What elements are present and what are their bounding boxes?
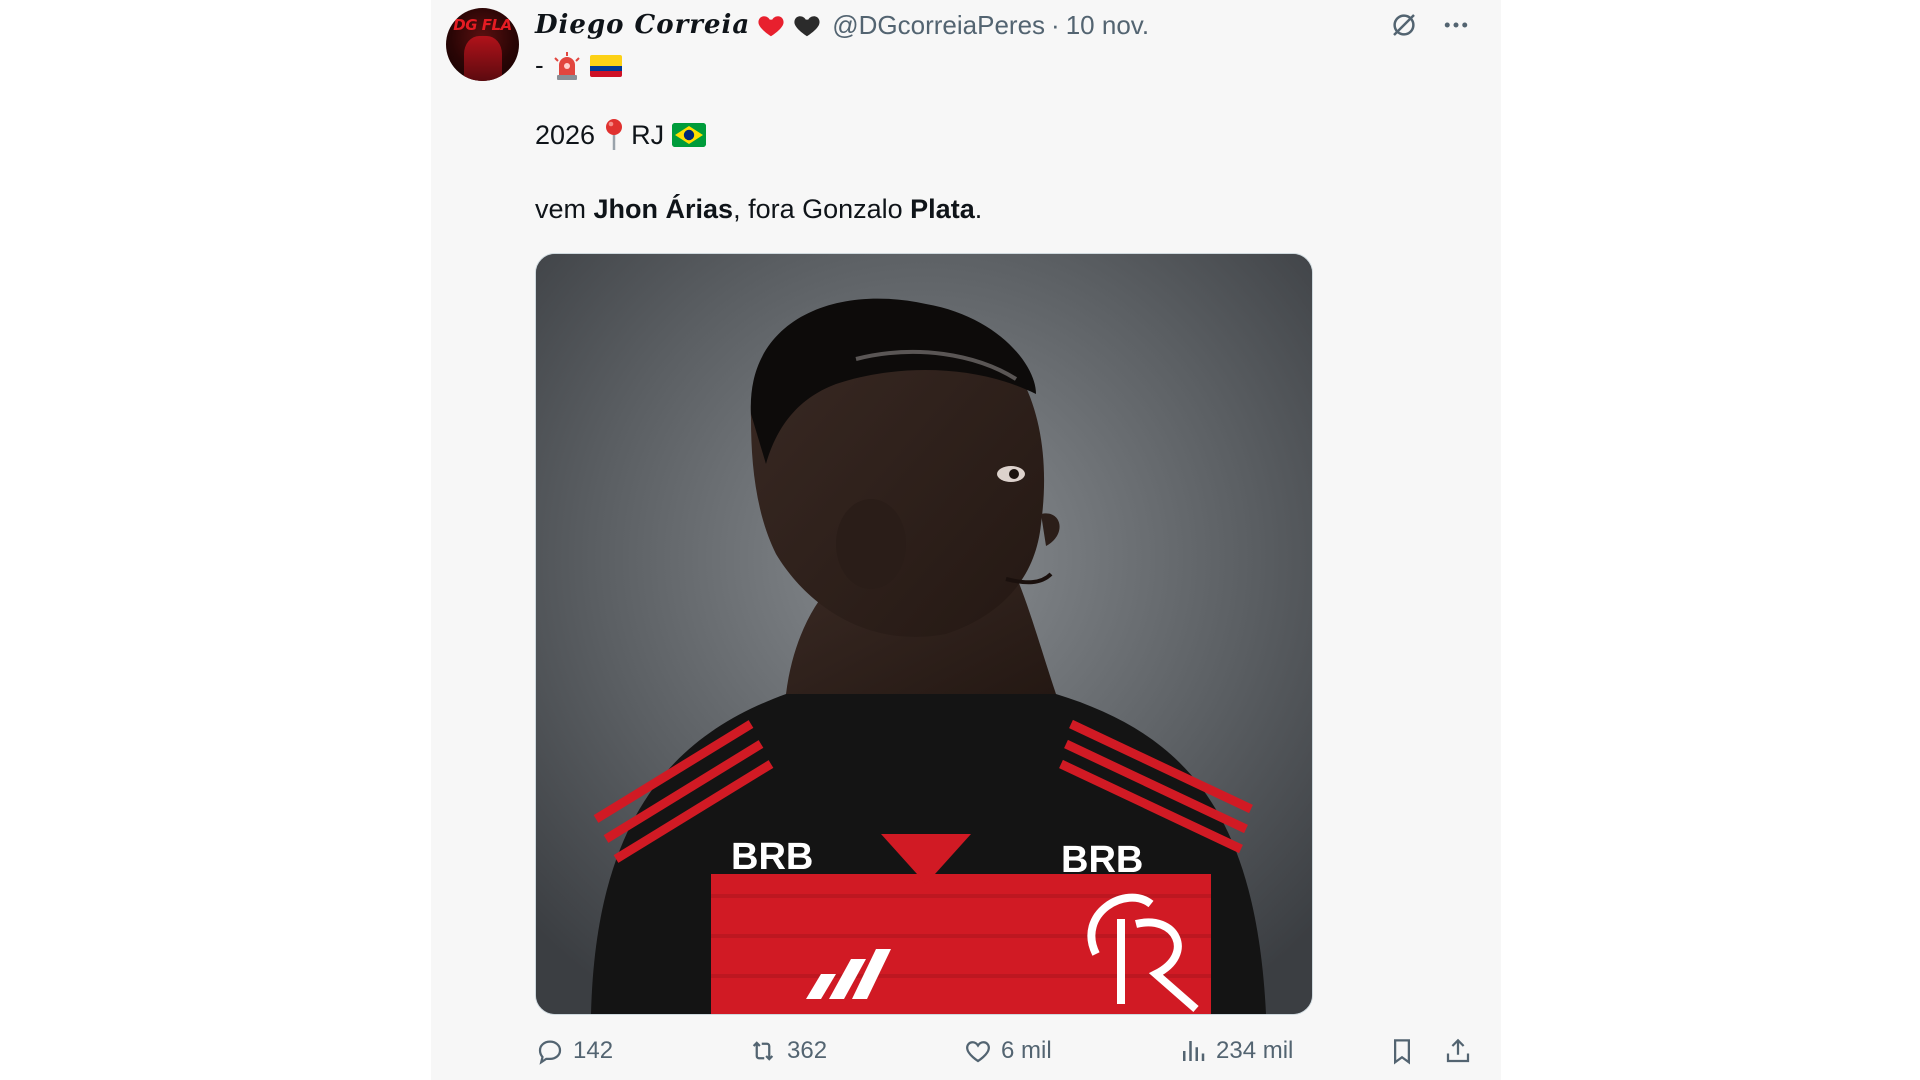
share-icon: [1446, 1038, 1470, 1063]
avatar-figure: [464, 36, 502, 81]
tweet-text-part-3: .: [974, 194, 983, 224]
like-button[interactable]: 6 mil: [963, 1036, 1052, 1066]
bio-dash: -: [535, 50, 544, 80]
tweet-text-bold-1: Jhon Árias: [593, 194, 734, 224]
brazil-flag-icon: [672, 123, 707, 147]
user-handle[interactable]: @DGcorreiaPeres: [832, 10, 1045, 41]
separator-dot: ·: [1051, 9, 1060, 40]
reply-button[interactable]: 142: [535, 1036, 613, 1066]
more-icon[interactable]: [1441, 10, 1471, 40]
avatar-text: DG FLA: [453, 16, 512, 34]
reply-count: 142: [573, 1037, 614, 1064]
grok-icon[interactable]: [1389, 10, 1419, 40]
jersey-sponsor-right: BRB: [1061, 839, 1143, 881]
tweet-date[interactable]: 10 nov.: [1066, 10, 1149, 41]
tweet-year: 2026: [535, 119, 596, 150]
tweet-actions-bar: 142 362 6 mil 234 mil: [535, 1036, 1471, 1072]
like-count: 6 mil: [1001, 1037, 1052, 1064]
reply-icon: [538, 1040, 562, 1065]
share-button[interactable]: [1443, 1036, 1473, 1066]
tweet-header: Diego Correia @DGcorreiaPeres · 10 nov.: [535, 8, 1149, 42]
siren-icon: [552, 51, 582, 81]
tweet-text-line-1: 2026 RJ: [535, 118, 707, 152]
tweet-text-bold-2: Plata: [910, 194, 975, 224]
bookmark-button[interactable]: [1387, 1036, 1417, 1066]
views-button[interactable]: 234 mil: [1178, 1036, 1293, 1066]
player-photo: BRB BRB: [536, 254, 1312, 1014]
views-count: 234 mil: [1216, 1037, 1294, 1064]
tweet-text-line-2: vem Jhon Árias , fora Gonzalo Plata .: [535, 194, 982, 225]
views-icon: [1183, 1041, 1205, 1061]
colombia-flag-icon: [589, 54, 622, 77]
tweet-top-actions: [1389, 10, 1471, 40]
tweet-media-image[interactable]: BRB BRB: [535, 253, 1313, 1015]
heart-icon: [966, 1041, 990, 1063]
repost-count: 362: [787, 1037, 828, 1064]
repost-button[interactable]: 362: [747, 1036, 827, 1066]
round-pushpin-icon: [603, 118, 625, 152]
jersey-sponsor-left: BRB: [731, 836, 813, 878]
tweet-text-part-1: vem: [535, 194, 594, 224]
display-name-extra: -: [535, 50, 622, 81]
avatar[interactable]: DG FLA: [446, 8, 519, 81]
black-heart-icon: [792, 10, 822, 40]
tweet-text-part-2: , fora Gonzalo: [733, 194, 911, 224]
red-heart-icon: [756, 10, 786, 40]
repost-icon: [752, 1041, 774, 1061]
display-name[interactable]: Diego Correia: [535, 10, 750, 40]
bookmark-icon: [1394, 1039, 1410, 1065]
tweet-card: DG FLA Diego Correia @DGcorreiaPeres · 1…: [431, 0, 1501, 1080]
tweet-place: RJ: [631, 119, 665, 150]
